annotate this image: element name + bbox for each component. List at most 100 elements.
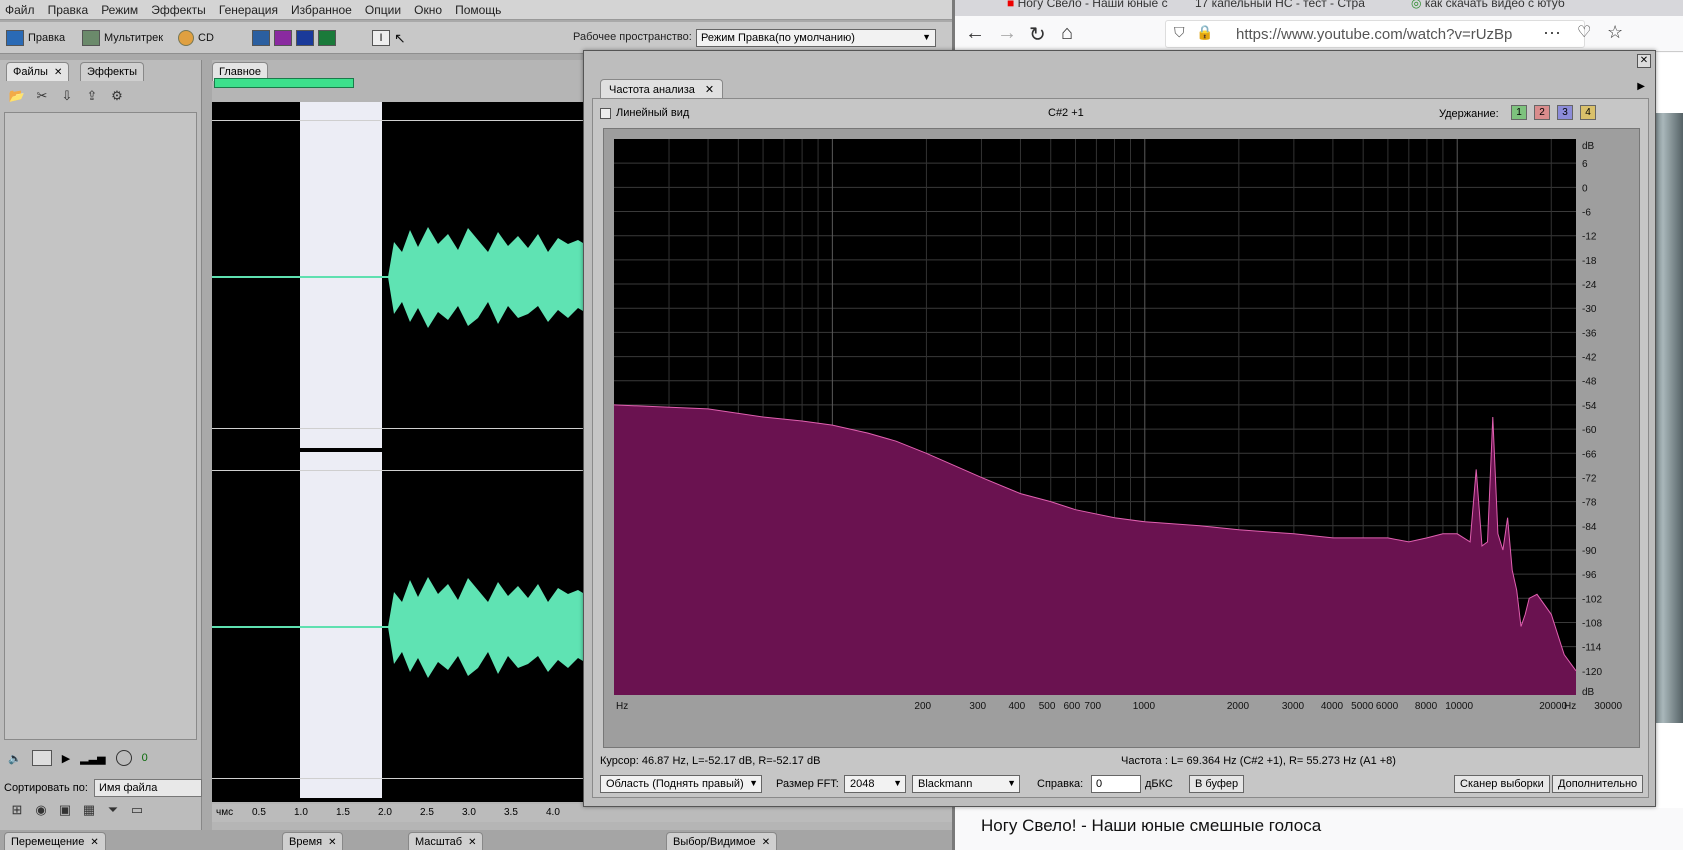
tab-selection[interactable]: Выбор/Видимое ✕	[666, 832, 778, 850]
menu-edit[interactable]: Правка	[43, 0, 94, 17]
tab-effects[interactable]: Эффекты	[80, 62, 145, 81]
url-text: https://www.youtube.com/watch?v=rUzBp	[1236, 26, 1513, 43]
y-tick-label: -96	[1582, 570, 1597, 581]
tab-transport[interactable]: Перемещение ✕	[4, 832, 106, 850]
pocket-icon[interactable]: ♡	[1577, 22, 1591, 42]
y-tick-label: -102	[1582, 594, 1602, 605]
menu-help[interactable]: Помощь	[450, 0, 506, 17]
shield-icon[interactable]: ⛉	[1174, 24, 1185, 41]
y-tick-label: dB	[1582, 141, 1595, 152]
cd-button[interactable]: CD	[178, 28, 214, 48]
back-icon[interactable]: ←	[965, 22, 985, 45]
film-icon[interactable]: ▣	[56, 802, 74, 818]
hold-button-1[interactable]: 1	[1511, 105, 1527, 120]
x-tick-label: 700	[1084, 701, 1101, 712]
lock-icon[interactable]: 🔒	[1196, 24, 1213, 41]
close-icon[interactable]: ✕	[1637, 54, 1651, 68]
more-icon[interactable]: ···	[1543, 22, 1561, 43]
reference-input[interactable]	[1091, 775, 1141, 793]
time-label: 4.0	[546, 807, 560, 818]
advanced-button[interactable]: Дополнительно	[1552, 775, 1644, 793]
text-cursor-icon[interactable]: I	[372, 30, 390, 46]
close-icon[interactable]: ✕	[705, 84, 714, 96]
x-tick-label: 10000	[1445, 701, 1473, 712]
close-icon[interactable]: ✕	[762, 837, 770, 848]
pan-view-icon[interactable]	[296, 30, 314, 46]
image-icon[interactable]: ▦	[80, 802, 98, 818]
fft-size-select[interactable]: 2048	[844, 775, 906, 793]
scan-selection-button[interactable]: Сканер выборки	[1454, 775, 1550, 793]
browser-tab-download[interactable]: ◎ как скачать видео с ютуб	[1403, 0, 1633, 16]
menu-window[interactable]: Окно	[409, 0, 447, 17]
select-arrow-icon[interactable]: ↖	[394, 30, 406, 47]
fft-label: Размер FFT:	[776, 778, 839, 790]
x-tick-label: 3000	[1282, 701, 1305, 712]
y-tick-label: -114	[1582, 643, 1602, 654]
file-list[interactable]	[4, 112, 197, 740]
tab-files[interactable]: Файлы ✕	[6, 62, 70, 81]
browser-tab-test[interactable]: 17 капельный НС - тест - Стра	[1187, 0, 1377, 16]
browser-tab-youtube[interactable]: ■ Ногу Свело - Наши юные с	[999, 0, 1169, 16]
menu-mode[interactable]: Режим	[96, 0, 143, 17]
cursor-readout: Курсор: 46.87 Hz, L=-52.17 dB, R=-52.17 …	[600, 755, 821, 767]
close-icon[interactable]: ✕	[328, 837, 336, 848]
hold-button-3[interactable]: 3	[1557, 105, 1573, 120]
sort-select[interactable]: Имя файла	[94, 779, 202, 797]
volume-icon[interactable]: ▂▃▅	[80, 752, 105, 765]
volume-knob[interactable]	[115, 750, 132, 766]
window-function-select[interactable]: Blackmann	[912, 775, 1020, 793]
time-label: чмс	[216, 807, 234, 818]
spectral-view-icon[interactable]	[274, 30, 292, 46]
frequency-readout: Частота : L= 69.364 Hz (C#2 +1), R= 55.2…	[1121, 755, 1396, 767]
spectrum-chart[interactable]: dB 6 0 -6 -12 -18 -24 -30 -36 -42 -48 -54 -60 -66 -72 -…	[604, 129, 1641, 749]
insert-icon[interactable]: ⇪	[83, 88, 101, 104]
hold-button-4[interactable]: 4	[1580, 105, 1596, 120]
globe-icon: ◎	[1411, 0, 1422, 10]
tab-transport-label: Перемещение	[11, 836, 85, 848]
hold-button-2[interactable]: 2	[1534, 105, 1550, 120]
tab-zoom[interactable]: Масштаб ✕	[408, 832, 484, 850]
phase-view-icon[interactable]	[318, 30, 336, 46]
video-icon[interactable]: ▭	[128, 802, 146, 818]
close-icon[interactable]: ✕	[468, 837, 476, 848]
y-tick-label: -6	[1582, 208, 1591, 219]
close-icon[interactable]: ✕	[90, 837, 98, 848]
menu-favorites[interactable]: Избранное	[286, 0, 357, 17]
workspace-select[interactable]: Режим Правка(по умолчанию)	[696, 29, 936, 47]
y-tick-label: -18	[1582, 256, 1597, 267]
close-icon[interactable]: ✕	[54, 67, 62, 78]
copy-to-buffer-button[interactable]: В буфер	[1189, 775, 1245, 793]
files-toolbar: 📂 ✂ ⇩ ⇪ ⚙	[8, 88, 126, 104]
loop-icon[interactable]	[31, 750, 52, 766]
area-select[interactable]: Область (Поднять правый)	[600, 775, 762, 793]
filter-icon[interactable]: ⏷	[104, 802, 122, 818]
waveform-view-icon[interactable]	[252, 30, 270, 46]
linear-view-checkbox[interactable]	[600, 108, 611, 119]
multitrack-button[interactable]: Мультитрек	[82, 28, 163, 48]
tab-frequency-analysis[interactable]: Частота анализа ✕	[600, 79, 724, 99]
edit-mode-button[interactable]: Правка	[6, 28, 65, 48]
home-icon[interactable]: ⌂	[1061, 22, 1073, 45]
tab-time[interactable]: Время ✕	[282, 832, 344, 850]
bookmark-star-icon[interactable]: ☆	[1607, 22, 1623, 43]
record-icon[interactable]: ◉	[32, 802, 50, 818]
selection-region[interactable]	[300, 452, 382, 798]
menu-effects[interactable]: Эффекты	[146, 0, 211, 17]
play-icon[interactable]: ▶	[62, 752, 70, 765]
menu-generate[interactable]: Генерация	[214, 0, 283, 17]
import-icon[interactable]: ⇩	[58, 88, 76, 104]
panel-menu-icon[interactable]: ▶	[1637, 81, 1645, 92]
selection-region[interactable]	[300, 102, 382, 448]
speaker-icon[interactable]: 🔈	[8, 752, 22, 765]
url-bar[interactable]: ⛉ 🔒 https://www.youtube.com/watch?v=rUzB…	[1165, 20, 1585, 48]
grid-icon[interactable]: ⊞	[8, 802, 26, 818]
menu-options[interactable]: Опции	[360, 0, 406, 17]
y-tick-label: -36	[1582, 328, 1597, 339]
forward-icon[interactable]: →	[997, 22, 1017, 45]
close-file-icon[interactable]: ✂	[33, 88, 51, 104]
reload-icon[interactable]: ↻	[1029, 22, 1046, 47]
menu-file[interactable]: Файл	[0, 0, 40, 17]
overview-bar[interactable]	[214, 78, 354, 88]
edit-file-icon[interactable]: ⚙	[108, 88, 126, 104]
open-file-icon[interactable]: 📂	[8, 88, 26, 104]
